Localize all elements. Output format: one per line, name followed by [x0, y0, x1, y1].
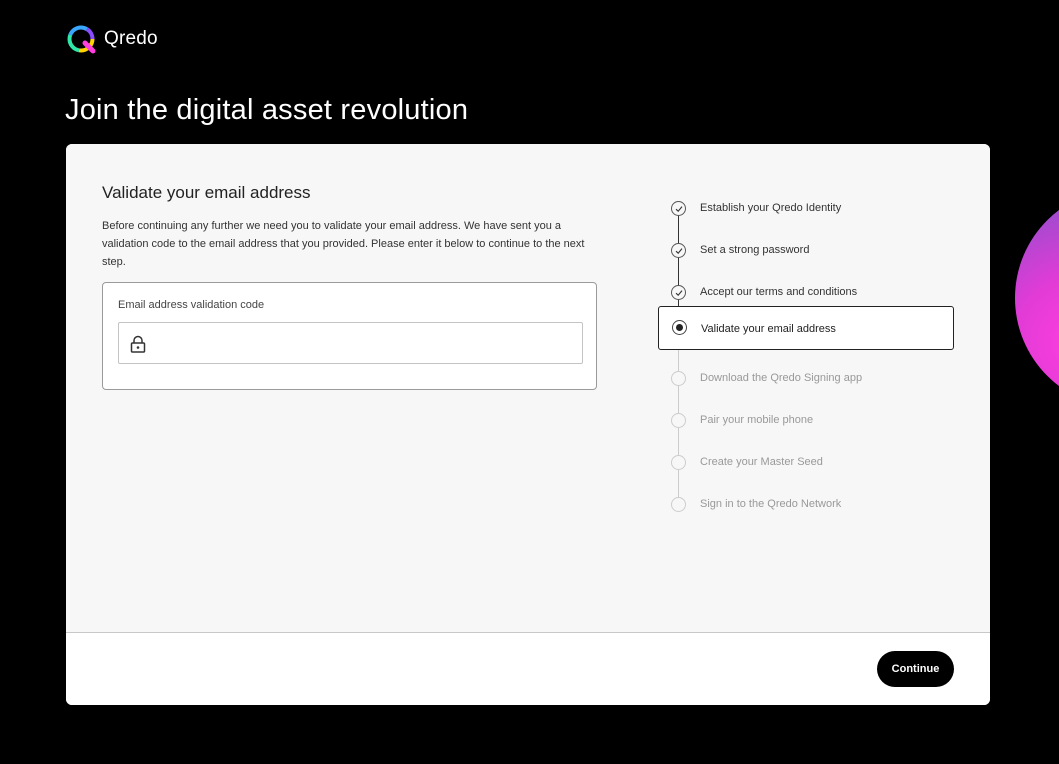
section-title: Validate your email address — [102, 183, 311, 202]
validation-code-input[interactable] — [155, 323, 579, 365]
step-sign-in: Sign in to the Qredo Network — [658, 489, 954, 531]
check-icon — [675, 206, 683, 212]
step-download-signing-app: Download the Qredo Signing app — [658, 363, 954, 405]
onboarding-steps: Establish your Qredo Identity Set a stro… — [658, 144, 958, 632]
step-label: Pair your mobile phone — [700, 414, 814, 426]
current-step-dot-icon — [676, 324, 683, 331]
decorative-gradient-orb — [1015, 188, 1059, 408]
step-status-marker — [671, 285, 686, 300]
step-pair-mobile: Pair your mobile phone — [658, 405, 954, 447]
qredo-logo: Qredo — [66, 24, 158, 54]
card-body: Validate your email address Before conti… — [66, 144, 990, 633]
step-label: Establish your Qredo Identity — [700, 202, 842, 214]
onboarding-card: Validate your email address Before conti… — [66, 144, 990, 705]
step-status-marker — [671, 243, 686, 258]
step-status-marker — [671, 371, 686, 386]
step-label: Accept our terms and conditions — [700, 286, 858, 298]
section-description: Before continuing any further we need yo… — [102, 220, 585, 268]
page-title: Join the digital asset revolution — [65, 94, 469, 126]
validation-code-input-wrapper[interactable] — [118, 322, 583, 365]
step-label: Sign in to the Qredo Network — [700, 498, 842, 510]
step-strong-password: Set a strong password — [658, 235, 954, 277]
step-status-marker — [671, 455, 686, 470]
qredo-logo-icon — [67, 25, 96, 54]
step-label: Create your Master Seed — [700, 456, 823, 468]
step-master-seed: Create your Master Seed — [658, 447, 954, 489]
lock-icon — [130, 335, 146, 353]
validation-code-label: Email address validation code — [118, 299, 265, 311]
step-label: Set a strong password — [700, 244, 810, 256]
check-icon — [675, 290, 683, 296]
step-status-marker — [671, 201, 686, 216]
step-validate-email: Validate your email address — [658, 306, 954, 350]
step-establish-identity: Establish your Qredo Identity — [658, 193, 954, 235]
signup-page: Qredo Join the digital asset revolution … — [0, 0, 1059, 764]
step-label: Download the Qredo Signing app — [700, 372, 863, 384]
card-footer: Continue — [66, 633, 990, 705]
step-label: Validate your email address — [701, 323, 836, 335]
check-icon — [675, 248, 683, 254]
step-status-marker — [671, 497, 686, 512]
step-status-marker — [672, 320, 687, 335]
brand-name: Qredo — [104, 28, 158, 49]
continue-button[interactable]: Continue — [877, 651, 954, 687]
validation-code-field-group: Email address validation code — [102, 282, 597, 390]
step-status-marker — [671, 413, 686, 428]
